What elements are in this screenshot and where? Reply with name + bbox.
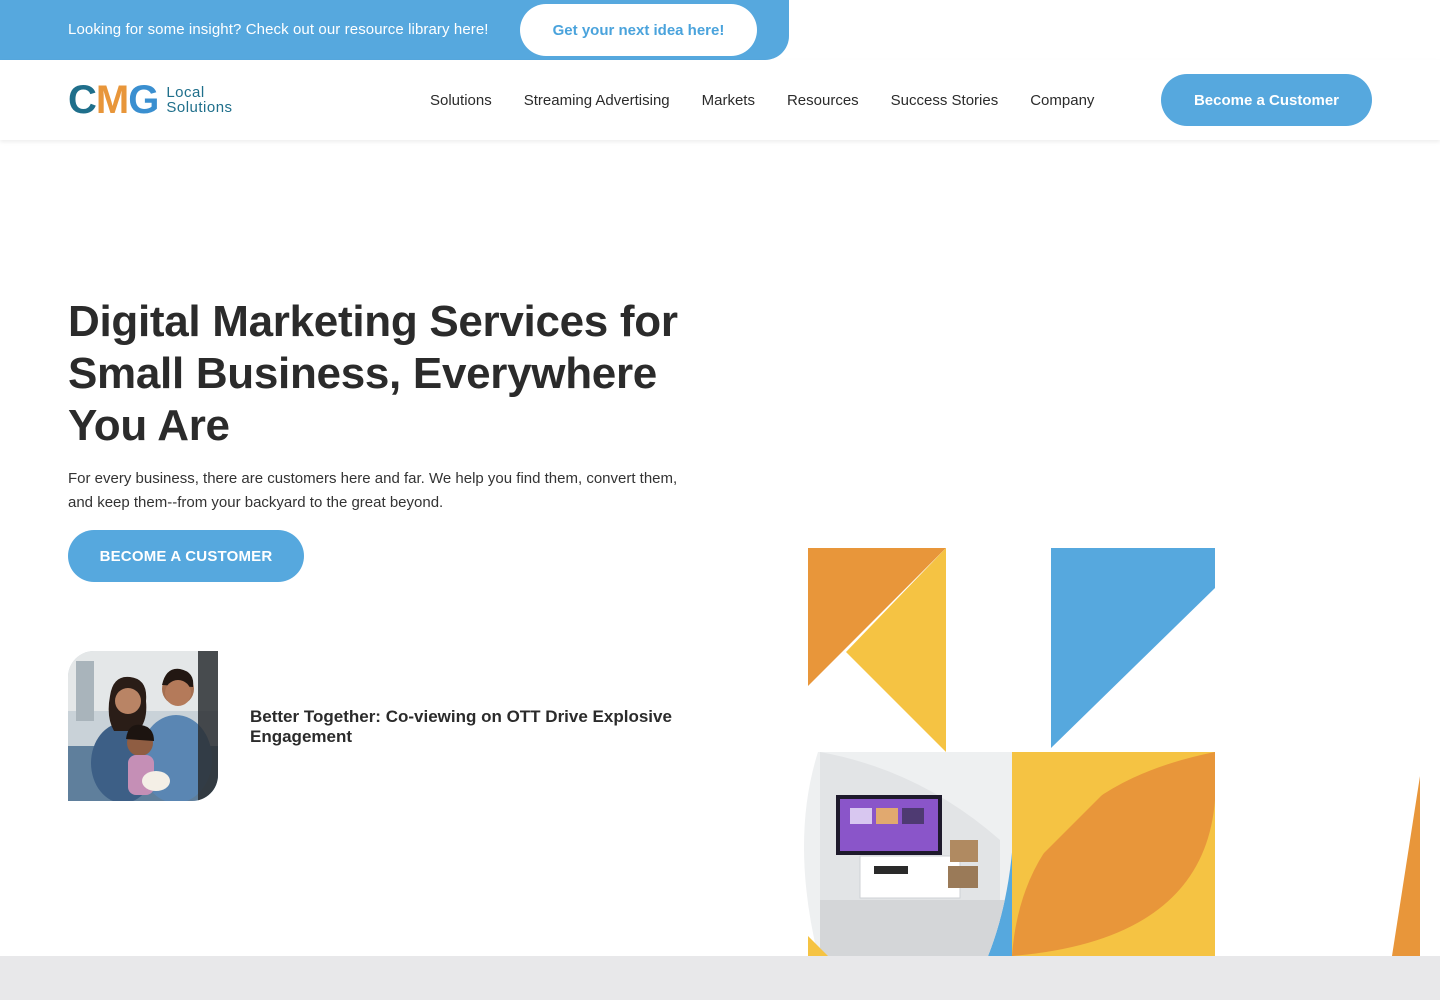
logo-subtitle: Local Solutions [166,85,232,115]
nav-resources[interactable]: Resources [787,92,859,109]
promo-button[interactable]: Get your next idea here! [520,4,757,56]
art-orange-sliver [1392,776,1420,956]
art-blue-triangle [1051,548,1215,748]
logo-letter-c: C [68,78,97,122]
main-nav: Solutions Streaming Advertising Markets … [430,60,1126,140]
nav-streaming-advertising[interactable]: Streaming Advertising [524,92,670,109]
featured-article-title[interactable]: Better Together: Co-viewing on OTT Drive… [250,707,690,747]
nav-success-stories[interactable]: Success Stories [891,92,999,109]
hero-become-customer-button[interactable]: BECOME A CUSTOMER [68,530,304,582]
hero-description: For every business, there are customers … [68,470,678,511]
promo-bar: Looking for some insight? Check out our … [0,0,789,60]
family-photo-image[interactable] [68,651,218,801]
logo-mark: CMG [68,78,159,122]
hero-geometric-art [800,540,1440,956]
logo-sub-line1: Local [166,84,205,101]
tv-scene-image [804,752,1015,956]
logo-sub-line2: Solutions [166,99,233,116]
featured-article-card[interactable]: Better Together: Co-viewing on OTT Drive… [68,651,688,801]
logo[interactable]: CMG Local Solutions [68,80,233,120]
logo-letter-g: G [128,78,159,122]
promo-text: Looking for some insight? Check out our … [68,21,489,38]
logo-letter-m: M [95,78,129,122]
hero-title: Digital Marketing Services for Small Bus… [68,297,678,450]
nav-markets[interactable]: Markets [702,92,755,109]
nav-company[interactable]: Company [1030,92,1094,109]
site-header: CMG Local Solutions Solutions Streaming … [0,60,1440,140]
become-customer-button[interactable]: Become a Customer [1161,74,1372,126]
nav-solutions[interactable]: Solutions [430,92,492,109]
footer-band [0,956,1440,1000]
